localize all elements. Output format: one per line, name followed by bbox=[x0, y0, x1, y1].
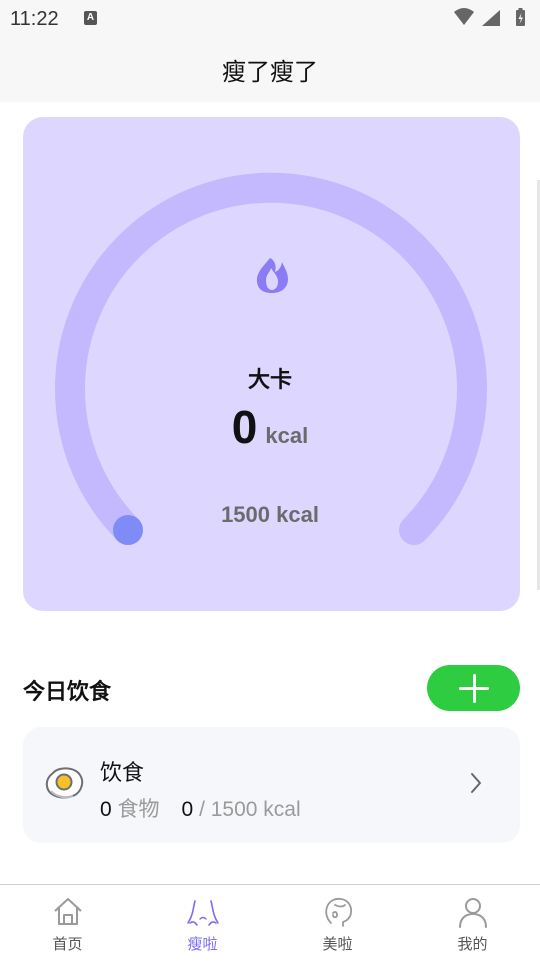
add-food-button[interactable] bbox=[427, 665, 520, 711]
face-icon bbox=[324, 897, 352, 927]
calorie-target: 1500 kcal bbox=[221, 502, 319, 527]
gauge-label: 大卡 bbox=[247, 368, 292, 393]
flame-icon bbox=[256, 258, 288, 293]
calorie-unit: kcal bbox=[265, 423, 309, 448]
today-diet-title: 今日饮食 bbox=[23, 680, 112, 705]
nav-item-beauty[interactable]: 美啦 bbox=[270, 885, 405, 961]
diet-title: 饮食 bbox=[100, 761, 145, 786]
diet-card[interactable]: 饮食 0 食物 0 / 1500 kcal bbox=[23, 727, 520, 843]
food-count: 0 bbox=[100, 798, 112, 821]
nav-label-slim: 瘦啦 bbox=[187, 935, 218, 953]
gauge-value-row: 0 kcal bbox=[0, 400, 540, 454]
gauge-track bbox=[55, 172, 487, 545]
nav-label-mine: 我的 bbox=[457, 935, 488, 953]
nav-label-beauty: 美啦 bbox=[322, 935, 353, 953]
fried-egg-icon bbox=[45, 767, 84, 799]
calorie-value: 0 bbox=[231, 401, 258, 453]
home-icon bbox=[53, 898, 82, 925]
food-label: 食物 bbox=[117, 798, 160, 821]
nav-label-home: 首页 bbox=[52, 935, 83, 953]
diet-summary: 0 食物 0 / 1500 kcal bbox=[100, 793, 301, 823]
body-icon bbox=[186, 900, 219, 926]
diet-kcal-value: 0 bbox=[181, 798, 194, 821]
user-icon bbox=[458, 898, 487, 928]
chevron-right-icon bbox=[471, 773, 481, 793]
diet-kcal-target: / 1500 kcal bbox=[199, 798, 301, 821]
nav-item-home[interactable]: 首页 bbox=[0, 885, 135, 961]
nav-item-slim[interactable]: 瘦啦 bbox=[135, 885, 270, 961]
nav-item-mine[interactable]: 我的 bbox=[405, 885, 540, 961]
bottom-nav: 首页 瘦啦 美啦 我的 bbox=[0, 884, 540, 961]
